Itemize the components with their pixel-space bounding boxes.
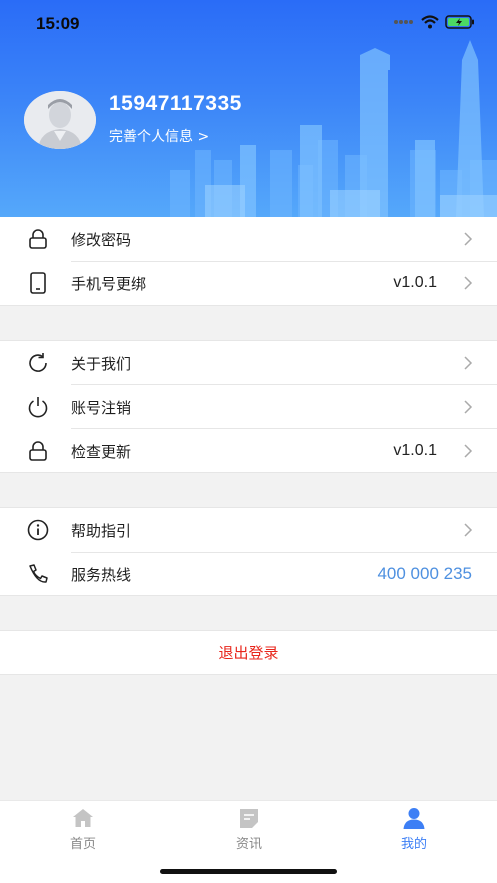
news-icon bbox=[240, 809, 258, 828]
home-icon bbox=[73, 809, 93, 827]
info-icon bbox=[27, 519, 49, 541]
lock-icon bbox=[29, 441, 47, 461]
menu-item-label: 手机号更绑 bbox=[71, 274, 147, 293]
menu-item-delete-account[interactable]: 账号注销 bbox=[0, 385, 497, 429]
lock-icon bbox=[29, 229, 47, 249]
menu-item-label: 检查更新 bbox=[71, 442, 132, 461]
telephone-icon bbox=[29, 564, 48, 583]
menu-item-value: v1.0.1 bbox=[393, 442, 437, 459]
home-indicator bbox=[160, 869, 337, 874]
wifi-icon bbox=[421, 15, 439, 29]
menu-item-label: 修改密码 bbox=[71, 230, 132, 249]
settings-group-account: 修改密码 手机号更绑 v1.0.1 bbox=[0, 217, 497, 306]
chevron-right-icon bbox=[464, 444, 473, 458]
menu-item-change-password[interactable]: 修改密码 bbox=[0, 217, 497, 261]
tab-home[interactable]: 首页 bbox=[0, 801, 166, 861]
battery-charging-icon bbox=[445, 15, 474, 29]
logout-button[interactable]: 退出登录 bbox=[0, 630, 497, 675]
menu-item-label: 服务热线 bbox=[71, 565, 132, 584]
tab-label: 我的 bbox=[400, 837, 427, 852]
status-icons bbox=[393, 15, 475, 29]
menu-item-rebind-phone[interactable]: 手机号更绑 v1.0.1 bbox=[0, 261, 497, 305]
profile-header: 15:09 15947117335 完善个人信息 > bbox=[0, 0, 497, 217]
chevron-right-icon bbox=[464, 232, 473, 246]
menu-item-label: 关于我们 bbox=[71, 354, 132, 373]
status-time: 15:09 bbox=[36, 14, 80, 33]
menu-item-value: v1.0.1 bbox=[393, 274, 437, 291]
menu-item-help-guide[interactable]: 帮助指引 bbox=[0, 508, 497, 552]
menu-item-about-us[interactable]: 关于我们 bbox=[0, 341, 497, 385]
hotline-number[interactable]: 400 000 235 bbox=[377, 564, 472, 584]
menu-item-label: 帮助指引 bbox=[71, 521, 132, 540]
power-icon bbox=[28, 397, 48, 418]
menu-item-check-update[interactable]: 检查更新 v1.0.1 bbox=[0, 429, 497, 473]
phone-icon bbox=[30, 272, 46, 294]
menu-item-service-hotline[interactable]: 服务热线 400 000 235 bbox=[0, 552, 497, 596]
signal-icon bbox=[394, 20, 413, 24]
settings-group-app: 关于我们 账号注销 检查更新 v1.0.1 bbox=[0, 340, 497, 473]
chevron-right-icon bbox=[464, 523, 473, 537]
chevron-right-icon bbox=[464, 276, 473, 290]
profile-phone-number: 15947117335 bbox=[109, 92, 242, 115]
tab-news[interactable]: 资讯 bbox=[166, 801, 332, 861]
status-bar: 15:09 bbox=[0, 0, 497, 48]
complete-profile-link[interactable]: 完善个人信息 > bbox=[109, 126, 209, 146]
tab-mine[interactable]: 我的 bbox=[331, 801, 497, 861]
refresh-icon bbox=[29, 353, 47, 372]
menu-item-label: 账号注销 bbox=[71, 398, 132, 417]
user-icon bbox=[403, 808, 425, 829]
chevron-right-icon bbox=[464, 356, 473, 370]
settings-group-support: 帮助指引 服务热线 400 000 235 bbox=[0, 507, 497, 596]
tab-label: 资讯 bbox=[235, 837, 262, 852]
chevron-right-icon bbox=[464, 400, 473, 414]
user-avatar-icon bbox=[24, 91, 96, 149]
avatar[interactable] bbox=[24, 91, 96, 149]
tab-label: 首页 bbox=[69, 837, 96, 852]
